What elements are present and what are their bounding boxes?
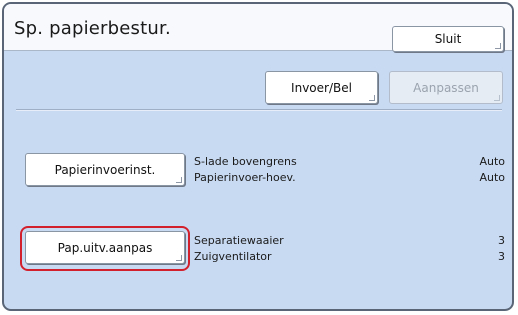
adjust-button[interactable]: Aanpassen bbox=[389, 71, 503, 104]
paper-feed-settings-button[interactable]: Papierinvoerinst. bbox=[25, 153, 185, 186]
setting-value-feed-height: Auto bbox=[479, 171, 505, 184]
feed-settings-labels: S-lade bovengrens Papierinvoer-hoev. bbox=[194, 154, 297, 186]
setting-value-separation-fan: 3 bbox=[498, 234, 505, 247]
page-title: Sp. papierbestur. bbox=[14, 18, 171, 39]
paper-output-adjust-button[interactable]: Pap.uitv.aanpas bbox=[25, 231, 185, 264]
setting-label-suction-fan: Zuigventilator bbox=[194, 250, 272, 263]
feed-button[interactable]: Invoer/Bel bbox=[265, 71, 378, 104]
paper-control-panel: Sp. papierbestur. Sluit Invoer/Bel Aanpa… bbox=[2, 2, 514, 311]
setting-value-suction-fan: 3 bbox=[498, 250, 505, 263]
setting-label-tray-upper-limit: S-lade bovengrens bbox=[194, 155, 297, 168]
setting-label-feed-height: Papierinvoer-hoev. bbox=[194, 171, 296, 184]
feed-settings-values: Auto Auto bbox=[479, 154, 505, 186]
output-settings-labels: Separatiewaaier Zuigventilator bbox=[194, 233, 284, 265]
setting-label-separation-fan: Separatiewaaier bbox=[194, 234, 284, 247]
close-button[interactable]: Sluit bbox=[392, 26, 504, 52]
divider bbox=[16, 109, 502, 111]
setting-value-tray-upper-limit: Auto bbox=[479, 155, 505, 168]
output-settings-values: 3 3 bbox=[498, 233, 505, 265]
